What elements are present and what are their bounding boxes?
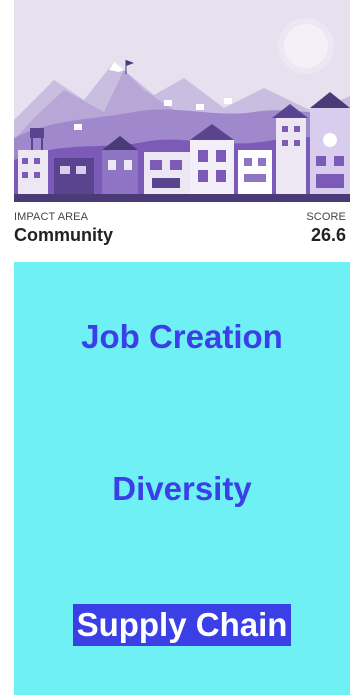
impact-area-value: Community <box>14 225 113 245</box>
topic-diversity[interactable]: Diversity <box>14 468 350 510</box>
topic-label: Job Creation <box>81 318 283 355</box>
town-illustration <box>14 0 350 202</box>
topic-label: Diversity <box>112 470 252 507</box>
community-illustration <box>14 0 350 202</box>
impact-card: IMPACT AREA Community SCORE 26.6 Job Cre… <box>14 0 350 695</box>
score-label: SCORE <box>306 211 346 223</box>
topic-supply-chain[interactable]: Supply Chain <box>14 604 350 646</box>
impact-area-label: IMPACT AREA <box>14 211 89 223</box>
impact-summary: IMPACT AREA Community SCORE 26.6 <box>14 202 350 262</box>
topic-job-creation[interactable]: Job Creation <box>14 316 350 358</box>
topic-list: Job Creation Diversity Supply Chain <box>14 262 350 695</box>
score-value: 26.6 <box>310 225 346 245</box>
topic-label: Supply Chain <box>72 604 292 646</box>
